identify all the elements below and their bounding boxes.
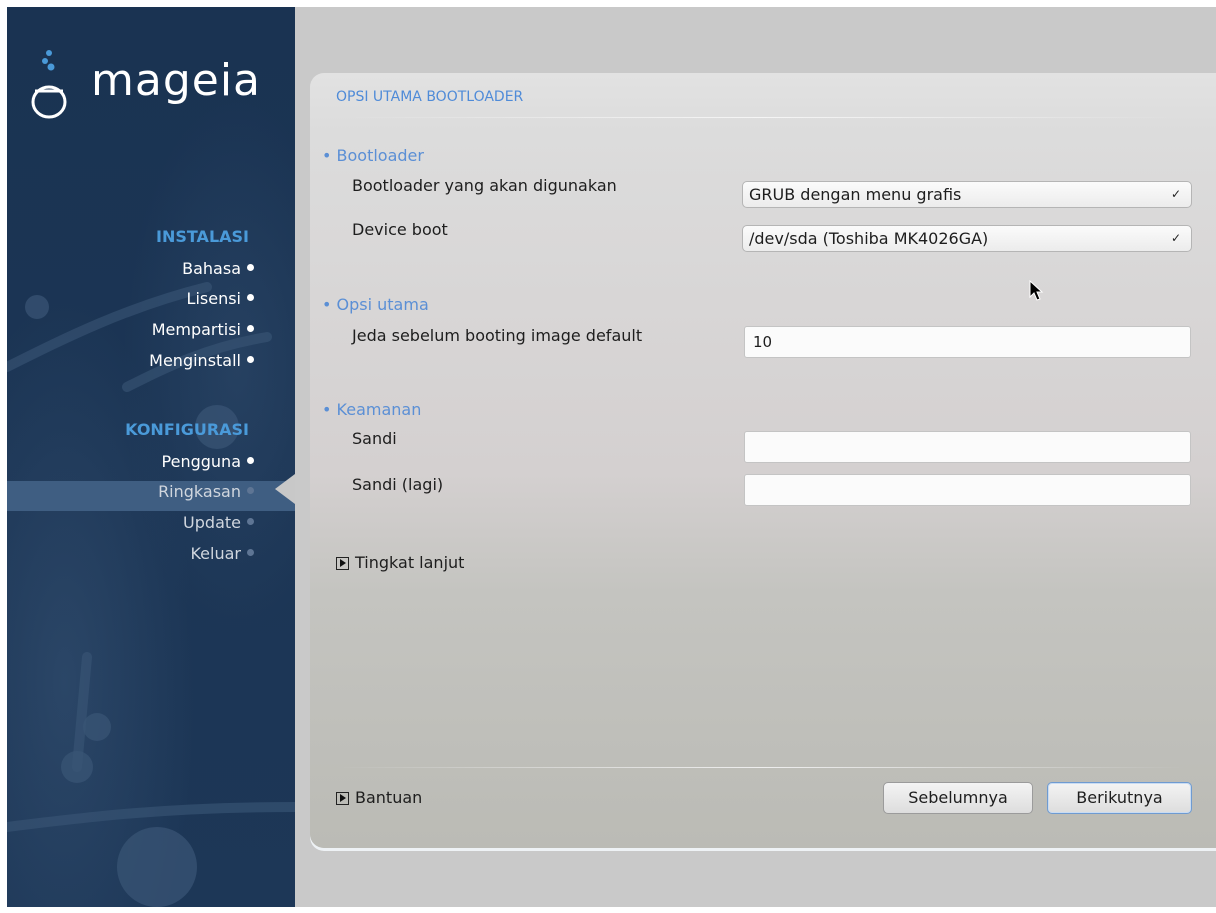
mageia-logo: mageia — [27, 47, 287, 127]
logo-text: mageia — [91, 55, 262, 106]
sidebar-item-ringkasan: Ringkasan — [158, 480, 254, 504]
step-done-dot-icon — [247, 356, 254, 363]
advanced-expander[interactable]: Tingkat lanjut — [336, 553, 464, 572]
sidebar-item-mempartisi: Mempartisi — [152, 318, 254, 342]
chevron-down-icon: ✓ — [1170, 187, 1181, 201]
sidebar-item-label: Update — [183, 513, 241, 532]
sidebar-item-update: Update — [183, 511, 254, 535]
mageia-cauldron-icon — [31, 50, 67, 119]
expander-arrow-icon — [336, 792, 349, 805]
chevron-down-icon: ✓ — [1170, 231, 1181, 245]
sidebar-item-label: Ringkasan — [158, 482, 241, 501]
sidebar-item-lisensi: Lisensi — [187, 287, 254, 311]
sidebar-item-label: Pengguna — [161, 452, 241, 471]
sidebar-item-bahasa: Bahasa — [182, 257, 254, 281]
device-boot-label: Device boot — [352, 220, 448, 239]
password-again-input[interactable] — [744, 474, 1191, 506]
step-done-dot-icon — [247, 264, 254, 271]
step-done-dot-icon — [247, 325, 254, 332]
group-title-bootloader: • Bootloader — [322, 146, 424, 165]
step-done-dot-icon — [247, 457, 254, 464]
previous-button[interactable]: Sebelumnya — [883, 782, 1033, 814]
sidebar-item-label: Mempartisi — [151, 320, 241, 339]
next-button[interactable]: Berikutnya — [1047, 782, 1192, 814]
sidebar-item-keluar: Keluar — [190, 542, 254, 566]
bootloader-label: Bootloader yang akan digunakan — [352, 176, 617, 195]
device-boot-select[interactable]: /dev/sda (Toshiba MK4026GA) ✓ — [742, 225, 1192, 252]
step-pending-dot-icon — [247, 518, 254, 525]
page-title: OPSI UTAMA BOOTLOADER — [336, 89, 524, 105]
advanced-label: Tingkat lanjut — [355, 553, 465, 572]
device-boot-select-value: /dev/sda (Toshiba MK4026GA) — [749, 229, 989, 248]
sidebar-item-label: Keluar — [190, 544, 241, 563]
password-label: Sandi — [352, 429, 397, 448]
mouse-pointer-icon — [1029, 280, 1044, 301]
expander-arrow-icon — [336, 557, 349, 570]
step-done-dot-icon — [247, 294, 254, 301]
sidebar-item-label: Menginstall — [149, 351, 241, 370]
help-expander[interactable]: Bantuan — [336, 788, 422, 807]
delay-label: Jeda sebelum booting image default — [352, 326, 643, 345]
section-title-konfigurasi: KONFIGURASI — [125, 420, 249, 439]
help-label: Bantuan — [355, 788, 423, 807]
password-input[interactable] — [744, 431, 1191, 463]
sidebar-item-label: Lisensi — [186, 289, 241, 308]
sidebar-item-menginstall: Menginstall — [149, 349, 254, 373]
group-title-main-options: • Opsi utama — [322, 295, 429, 314]
sidebar-item-pengguna: Pengguna — [162, 450, 254, 474]
sidebar-item-label: Bahasa — [182, 259, 241, 278]
title-divider — [336, 117, 1186, 118]
delay-input[interactable]: 10 — [744, 326, 1191, 358]
active-step-pointer — [275, 474, 295, 504]
password-again-label: Sandi (lagi) — [352, 475, 444, 494]
section-title-instalasi: INSTALASI — [156, 227, 249, 246]
bootloader-select-value: GRUB dengan menu grafis — [749, 185, 962, 204]
footer-divider — [336, 767, 1186, 768]
group-title-security: • Keamanan — [322, 400, 422, 419]
step-pending-dot-icon — [247, 549, 254, 556]
step-current-dot-icon — [247, 487, 254, 494]
bootloader-select[interactable]: GRUB dengan menu grafis ✓ — [742, 181, 1192, 208]
